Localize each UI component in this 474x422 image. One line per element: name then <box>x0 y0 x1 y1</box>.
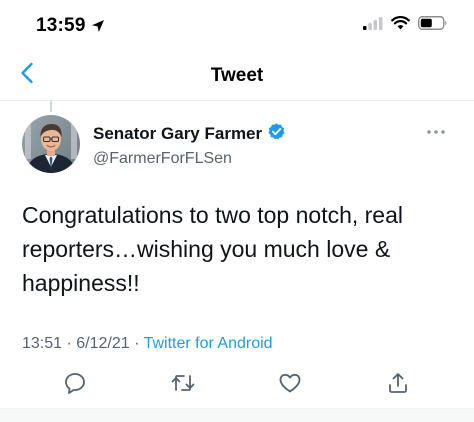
tweet-text: Congratulations to two top notch, real r… <box>22 202 404 296</box>
author-name[interactable]: Senator Gary Farmer <box>93 124 262 144</box>
tweet-date[interactable]: 6/12/21 <box>76 335 129 352</box>
retweet-button[interactable] <box>170 372 196 398</box>
thread-line <box>50 101 52 112</box>
cellular-signal-icon <box>363 16 383 30</box>
more-horizontal-icon <box>426 122 446 140</box>
heart-icon <box>278 371 302 400</box>
verified-badge-icon <box>267 122 286 146</box>
status-icons <box>363 16 448 30</box>
share-icon <box>386 371 410 400</box>
share-button[interactable] <box>385 372 411 398</box>
tweet-author[interactable]: Senator Gary Farmer @FarmerForFLSen <box>93 122 286 168</box>
nav-bar: Tweet <box>0 50 474 101</box>
reply-icon <box>63 371 87 400</box>
section-divider <box>0 408 474 422</box>
tweet-source[interactable]: Twitter for Android <box>144 335 273 352</box>
like-button[interactable] <box>277 372 303 398</box>
meta-separator: · <box>62 335 77 352</box>
retweet-icon <box>170 371 196 400</box>
status-time-group: 13:59 <box>36 15 105 37</box>
status-bar: 13:59 <box>0 0 474 50</box>
tweet-time[interactable]: 13:51 <box>22 335 62 352</box>
location-arrow-icon <box>91 19 105 33</box>
page-title: Tweet <box>210 65 264 86</box>
more-options-button[interactable] <box>424 124 448 138</box>
tweet-metadata: 13:51 · 6/12/21 · Twitter for Android <box>22 335 273 353</box>
author-handle[interactable]: @FarmerForFLSen <box>93 150 286 168</box>
status-time: 13:59 <box>36 15 86 36</box>
meta-separator: · <box>129 335 144 352</box>
avatar[interactable] <box>22 115 80 173</box>
reply-button[interactable] <box>62 372 88 398</box>
author-name-row: Senator Gary Farmer <box>93 122 286 146</box>
battery-icon <box>418 16 448 30</box>
wifi-icon <box>391 16 410 30</box>
tweet-action-bar <box>0 365 474 405</box>
